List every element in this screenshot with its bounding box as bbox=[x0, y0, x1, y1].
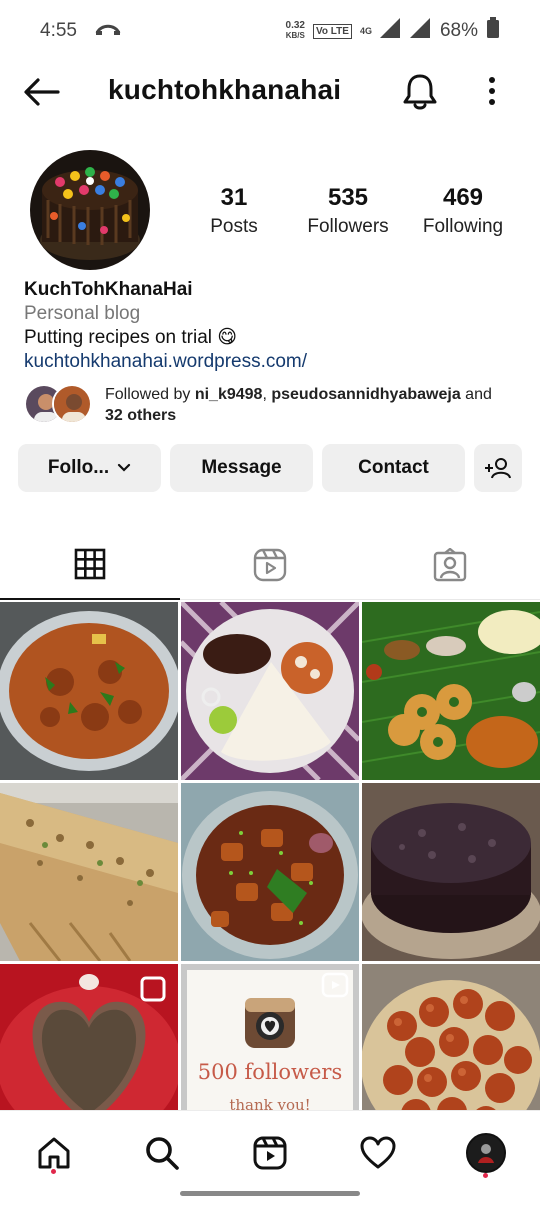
followers-count: 535 bbox=[327, 184, 369, 211]
profile-username: kuchtohkhanahai bbox=[108, 74, 342, 105]
nav-activity[interactable] bbox=[350, 1125, 406, 1181]
following-stat[interactable]: 469 Following bbox=[418, 184, 508, 238]
profile-actions: Follo... Message Contact bbox=[18, 444, 524, 492]
chevron-down-icon bbox=[118, 463, 131, 472]
signal-icon bbox=[379, 18, 402, 44]
roti-plate-image bbox=[181, 602, 359, 780]
mutual-others-count: 32 others bbox=[105, 407, 177, 424]
message-button-label: Message bbox=[201, 457, 282, 478]
contact-button-label: Contact bbox=[358, 457, 429, 478]
curry-bowl-image bbox=[0, 602, 178, 780]
profile-category: Personal blog bbox=[24, 303, 141, 324]
status-time: 4:55 bbox=[40, 20, 77, 41]
chocolate-cake-image bbox=[362, 783, 540, 961]
tab-posts-grid[interactable] bbox=[0, 530, 180, 600]
tab-tagged[interactable] bbox=[360, 530, 540, 600]
display-name: KuchTohKhanaHai bbox=[24, 279, 193, 300]
website-link[interactable]: kuchtohkhanahai.wordpress.com/ bbox=[24, 350, 524, 374]
back-arrow-icon bbox=[24, 78, 60, 106]
post-thumbnail[interactable] bbox=[181, 783, 359, 961]
bio-text: Putting recipes on trial 😋 bbox=[24, 327, 238, 348]
followed-by[interactable]: Followed by ni_k9498, pseudosannidhyabaw… bbox=[24, 384, 524, 428]
following-button[interactable]: Follo... bbox=[18, 444, 161, 492]
posts-grid: 500 followers thank you! bbox=[0, 602, 540, 1110]
signal-icon-2 bbox=[409, 18, 432, 44]
posts-label: Posts bbox=[210, 216, 258, 237]
home-icon bbox=[38, 1137, 70, 1169]
network-type: 4G bbox=[359, 26, 372, 36]
thanks-text: thank you! bbox=[229, 1096, 311, 1110]
post-thumbnail[interactable] bbox=[0, 964, 178, 1110]
back-button[interactable] bbox=[22, 76, 62, 108]
following-button-label: Follo... bbox=[47, 457, 110, 478]
nav-search[interactable] bbox=[134, 1125, 190, 1181]
profile-notification-dot bbox=[483, 1173, 488, 1178]
milestone-text: 500 followers bbox=[197, 1060, 343, 1084]
post-thumbnail[interactable] bbox=[362, 602, 540, 780]
tagged-person-icon bbox=[433, 548, 467, 582]
profile-bio: KuchTohKhanaHai Personal blog Putting re… bbox=[24, 278, 524, 374]
speed-value: 0.32 bbox=[285, 20, 305, 31]
reels-icon bbox=[253, 1136, 287, 1170]
post-thumbnail[interactable]: 500 followers thank you! bbox=[181, 964, 359, 1110]
followers-label: Followers bbox=[307, 216, 389, 237]
gulab-jamun-image bbox=[362, 964, 540, 1110]
mutual-user-1: ni_k9498 bbox=[194, 386, 263, 403]
grid-icon bbox=[74, 548, 106, 580]
post-thumbnail[interactable] bbox=[362, 783, 540, 961]
message-button[interactable]: Message bbox=[170, 444, 313, 492]
followers-stat[interactable]: 535 Followers bbox=[298, 184, 398, 238]
network-speed: 0.32 KB/S bbox=[286, 21, 305, 41]
bell-icon bbox=[403, 74, 437, 110]
heart-cake-image bbox=[0, 964, 178, 1110]
home-notification-dot bbox=[51, 1169, 56, 1174]
post-thumbnail[interactable] bbox=[362, 964, 540, 1110]
followed-by-and: and bbox=[460, 386, 492, 403]
tab-reels[interactable] bbox=[180, 530, 360, 600]
post-thumbnail[interactable] bbox=[0, 602, 178, 780]
following-count: 469 bbox=[442, 184, 484, 211]
vada-banana-leaf-image bbox=[362, 602, 540, 780]
mutual-follower-avatar bbox=[52, 384, 92, 424]
notifications-button[interactable] bbox=[402, 72, 438, 110]
profile-avatar[interactable] bbox=[30, 150, 150, 270]
volte-icon: Vo LTE bbox=[312, 23, 352, 39]
profile-avatar-small bbox=[466, 1133, 506, 1173]
search-icon bbox=[146, 1137, 179, 1170]
followed-by-separator: , bbox=[262, 386, 272, 403]
nav-reels[interactable] bbox=[242, 1125, 298, 1181]
post-thumbnail[interactable] bbox=[0, 783, 178, 961]
chilli-paneer-image bbox=[181, 783, 359, 961]
suggested-users-button[interactable] bbox=[474, 444, 522, 492]
posts-stat[interactable]: 31 Posts bbox=[188, 184, 280, 238]
profile-tabs bbox=[0, 530, 540, 600]
contact-button[interactable]: Contact bbox=[322, 444, 465, 492]
reels-icon bbox=[253, 548, 287, 582]
battery-icon bbox=[486, 17, 500, 45]
followed-by-prefix: Followed by bbox=[105, 386, 195, 403]
post-thumbnail[interactable] bbox=[181, 602, 359, 780]
call-forward-icon bbox=[95, 20, 121, 42]
profile-header: kuchtohkhanahai bbox=[0, 62, 540, 122]
more-options-button[interactable] bbox=[478, 74, 506, 108]
add-user-icon bbox=[485, 458, 511, 479]
following-label: Following bbox=[422, 216, 504, 237]
cake-avatar-image bbox=[30, 150, 150, 270]
heart-icon bbox=[360, 1136, 396, 1169]
home-indicator bbox=[180, 1191, 360, 1196]
baked-bread-image bbox=[0, 783, 178, 961]
posts-count: 31 bbox=[220, 184, 248, 211]
status-bar: 4:55 0.32 KB/S Vo LTE 4G 68% bbox=[0, 0, 540, 62]
mutual-user-2: pseudosannidhyabaweja bbox=[271, 386, 461, 403]
battery-percent: 68% bbox=[439, 20, 478, 41]
more-vertical-icon bbox=[489, 77, 495, 105]
speed-unit: KB/S bbox=[285, 31, 305, 40]
milestone-post-image bbox=[181, 964, 359, 1110]
followed-by-text: Followed by ni_k9498, pseudosannidhyabaw… bbox=[105, 384, 525, 426]
